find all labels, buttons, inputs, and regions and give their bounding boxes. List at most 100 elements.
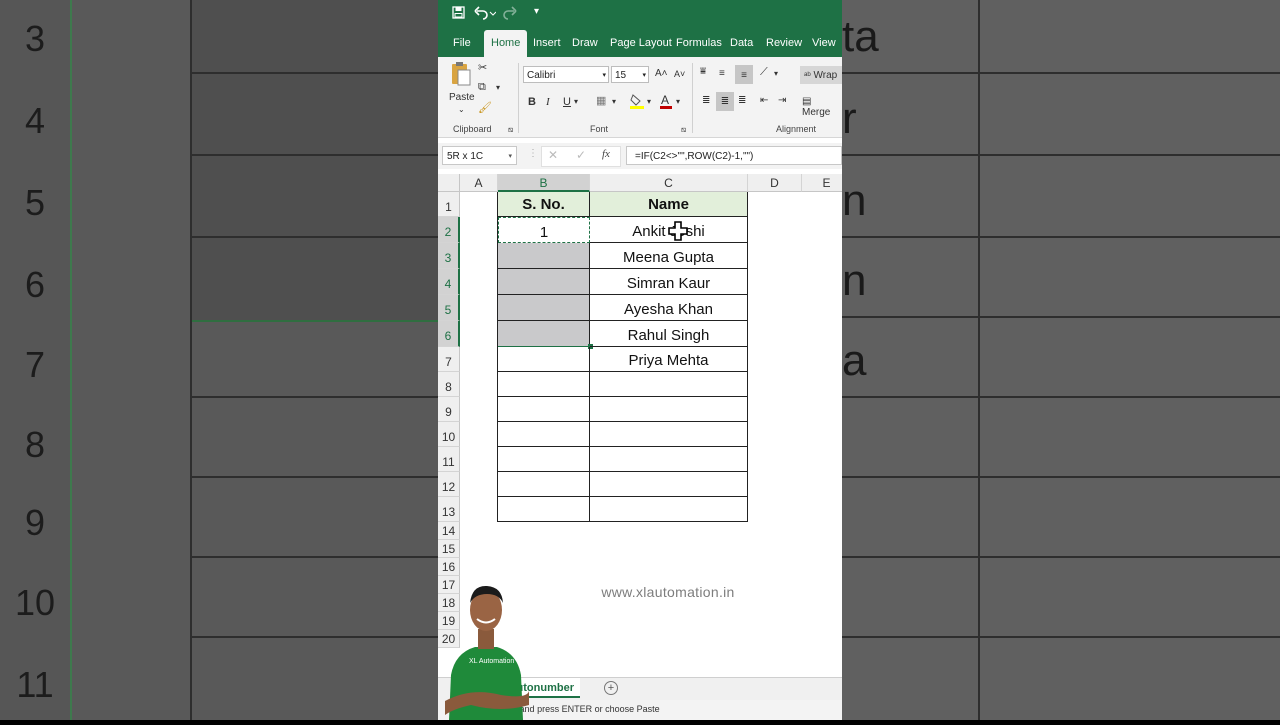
- decrease-font-icon[interactable]: A˅: [674, 69, 685, 79]
- clipboard-launcher-icon[interactable]: ⧅: [508, 125, 513, 135]
- decrease-indent-icon[interactable]: ⇤: [760, 95, 768, 106]
- cell-b7[interactable]: [498, 347, 590, 372]
- cell-b13[interactable]: [498, 497, 590, 522]
- tab-home[interactable]: Home: [484, 30, 528, 57]
- row-header[interactable]: 5: [438, 295, 460, 321]
- cell-c3[interactable]: Meena Gupta: [590, 243, 748, 269]
- cell-b9[interactable]: [498, 397, 590, 422]
- cell-c13[interactable]: [590, 497, 748, 522]
- cell-b6[interactable]: [498, 321, 590, 347]
- tab-review[interactable]: Review: [766, 37, 802, 49]
- tab-view[interactable]: View: [812, 37, 836, 49]
- cell-b8[interactable]: [498, 372, 590, 397]
- row-header[interactable]: 14: [438, 522, 460, 540]
- row-header[interactable]: 2: [438, 217, 460, 243]
- row-header[interactable]: 4: [438, 269, 460, 295]
- cell-b10[interactable]: [498, 422, 590, 447]
- cut-icon[interactable]: ✂: [478, 61, 487, 74]
- column-header-d[interactable]: D: [748, 174, 802, 192]
- column-header-b[interactable]: B: [498, 174, 590, 192]
- borders-icon[interactable]: ▦: [596, 94, 606, 107]
- align-center-icon[interactable]: ≣: [716, 92, 734, 111]
- font-size-select[interactable]: 15 ▾: [611, 66, 649, 83]
- insert-function-icon[interactable]: fx: [602, 148, 610, 160]
- row-header[interactable]: 8: [438, 372, 460, 397]
- row-header[interactable]: 13: [438, 497, 460, 522]
- column-header-c[interactable]: C: [590, 174, 748, 192]
- cell-c7[interactable]: Priya Mehta: [590, 347, 748, 372]
- row-header[interactable]: 9: [438, 397, 460, 422]
- align-left-icon[interactable]: ≣: [702, 95, 710, 106]
- italic-button[interactable]: I: [546, 96, 550, 108]
- font-name-select[interactable]: Calibri ▾: [523, 66, 609, 83]
- cell-b12[interactable]: [498, 472, 590, 497]
- font-color-icon[interactable]: A: [660, 93, 672, 112]
- column-header-e[interactable]: E: [802, 174, 842, 192]
- tab-file[interactable]: File: [453, 37, 471, 49]
- select-all-button[interactable]: [438, 174, 460, 192]
- format-painter-icon[interactable]: 🖌: [478, 101, 492, 114]
- cell-c12[interactable]: [590, 472, 748, 497]
- header-name[interactable]: Name: [590, 192, 748, 217]
- cell-b4[interactable]: [498, 269, 590, 295]
- align-middle-icon[interactable]: ≡: [719, 68, 725, 79]
- add-sheet-icon[interactable]: +: [604, 681, 618, 695]
- tab-insert[interactable]: Insert: [533, 37, 561, 49]
- cancel-icon[interactable]: ✕: [548, 148, 558, 162]
- paste-button[interactable]: Paste: [449, 92, 475, 103]
- cell-c6[interactable]: Rahul Singh: [590, 321, 748, 347]
- increase-font-icon[interactable]: A˄: [655, 68, 668, 79]
- bold-button[interactable]: B: [528, 96, 536, 108]
- cell-c8[interactable]: [590, 372, 748, 397]
- undo-icon[interactable]: [474, 6, 497, 23]
- row-header[interactable]: 3: [438, 243, 460, 269]
- enter-icon[interactable]: ✓: [576, 148, 586, 162]
- cell-b3[interactable]: [498, 243, 590, 269]
- cell-b11[interactable]: [498, 447, 590, 472]
- save-icon[interactable]: [452, 6, 465, 22]
- tab-page-layout[interactable]: Page Layout: [610, 37, 672, 49]
- copy-icon[interactable]: ⧉: [478, 81, 486, 94]
- cell-c4[interactable]: Simran Kaur: [590, 269, 748, 295]
- orientation-dropdown-icon[interactable]: ▾: [774, 69, 778, 78]
- row-header[interactable]: 16: [438, 558, 460, 576]
- paste-icon[interactable]: [451, 61, 471, 90]
- row-header[interactable]: 1: [438, 192, 460, 217]
- increase-indent-icon[interactable]: ⇥: [778, 95, 786, 106]
- row-header[interactable]: 12: [438, 472, 460, 497]
- column-header-a[interactable]: A: [460, 174, 498, 192]
- tab-data[interactable]: Data: [730, 37, 753, 49]
- align-bottom-icon[interactable]: ≡: [735, 65, 753, 84]
- align-right-icon[interactable]: ≣: [738, 95, 746, 106]
- customize-qat-icon[interactable]: ▾: [534, 6, 539, 17]
- cell-c10[interactable]: [590, 422, 748, 447]
- wrap-text-button[interactable]: ᵃᵇ Wrap: [800, 66, 842, 84]
- row-header[interactable]: 6: [438, 321, 460, 347]
- tab-formulas[interactable]: Formulas: [676, 37, 722, 49]
- font-color-dropdown-icon[interactable]: ▾: [676, 97, 680, 106]
- row-header[interactable]: 11: [438, 447, 460, 472]
- formula-input[interactable]: =IF(C2<>"",ROW(C2)-1,""): [626, 146, 842, 165]
- row-header[interactable]: 7: [438, 347, 460, 372]
- paste-dropdown-icon[interactable]: ⌄: [458, 105, 465, 114]
- cell-c11[interactable]: [590, 447, 748, 472]
- fill-color-icon[interactable]: [630, 93, 644, 112]
- cell-c5[interactable]: Ayesha Khan: [590, 295, 748, 321]
- cell-b5[interactable]: [498, 295, 590, 321]
- cell-c9[interactable]: [590, 397, 748, 422]
- underline-dropdown-icon[interactable]: ▾: [574, 97, 578, 106]
- redo-icon[interactable]: [502, 6, 524, 23]
- underline-button[interactable]: U: [563, 96, 571, 108]
- name-box[interactable]: 5R x 1C ▾: [442, 146, 517, 165]
- row-header[interactable]: 15: [438, 540, 460, 558]
- borders-dropdown-icon[interactable]: ▾: [612, 97, 616, 106]
- cell-b2[interactable]: 1: [498, 217, 590, 243]
- fill-color-dropdown-icon[interactable]: ▾: [647, 97, 651, 106]
- font-launcher-icon[interactable]: ⧅: [681, 125, 686, 135]
- tab-draw[interactable]: Draw: [572, 37, 598, 49]
- row-header[interactable]: 10: [438, 422, 460, 447]
- orientation-icon[interactable]: ⟋: [760, 66, 768, 79]
- header-sno[interactable]: S. No.: [498, 192, 590, 217]
- align-top-icon[interactable]: ⩸: [700, 66, 706, 77]
- merge-icon[interactable]: ▤ Merge: [802, 96, 842, 118]
